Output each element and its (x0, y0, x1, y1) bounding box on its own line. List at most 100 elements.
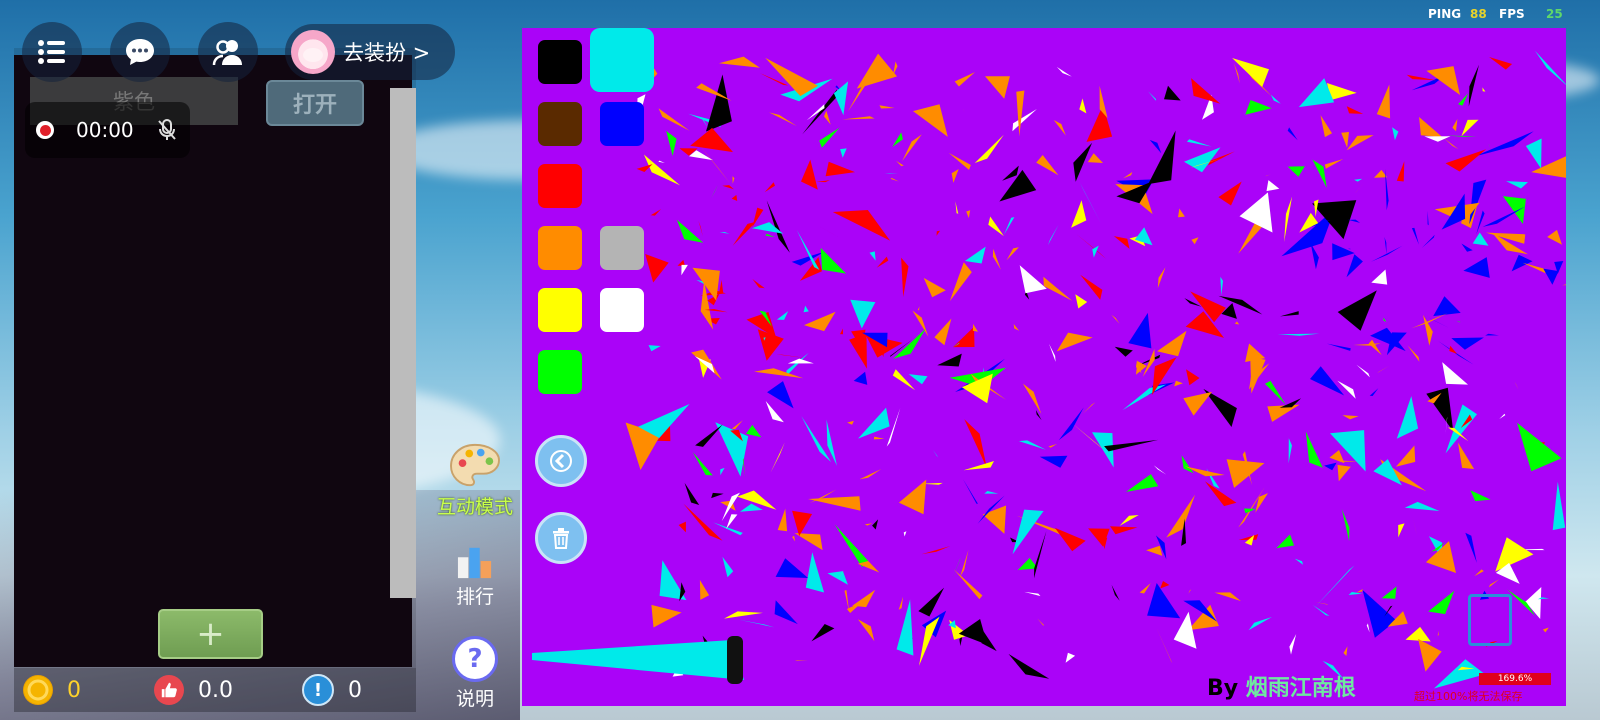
fps-label: FPS (1499, 7, 1525, 21)
menu-button[interactable] (22, 22, 82, 82)
paint-fragment (1332, 243, 1355, 261)
paint-fragment (719, 279, 724, 293)
paint-fragment (1186, 369, 1200, 386)
paint-fragment (1474, 569, 1484, 577)
paint-fragment (1461, 119, 1479, 137)
clear-button[interactable] (535, 512, 587, 564)
paint-fragment (1157, 267, 1166, 289)
paint-fragment (921, 546, 951, 555)
paint-fragment (765, 57, 818, 97)
paint-fragment (1218, 181, 1242, 206)
paint-fragment (1374, 169, 1387, 178)
paint-fragment (1160, 581, 1170, 589)
paint-fragment (746, 424, 762, 438)
paint-fragment (719, 232, 730, 234)
ranking-icon (457, 547, 492, 579)
paint-fragment (1476, 210, 1485, 235)
paint-fragment (1347, 248, 1351, 250)
paint-fragment (963, 461, 994, 471)
paint-fragment (1047, 224, 1059, 246)
swatch-green[interactable] (538, 350, 582, 394)
mic-muted-icon[interactable] (156, 118, 178, 142)
record-time: 00:00 (76, 118, 134, 142)
paint-fragment (1188, 589, 1192, 594)
paint-fragment (1048, 443, 1058, 448)
swatch-brown[interactable] (538, 102, 582, 146)
panel-scrollbar[interactable] (390, 88, 416, 598)
paint-fragment (1343, 646, 1348, 656)
paint-fragment (650, 209, 661, 216)
paint-fragment (774, 600, 798, 625)
paint-fragment (1265, 174, 1271, 177)
paint-fragment (775, 558, 809, 578)
thumbs-up-icon[interactable] (154, 675, 184, 705)
paint-fragment (801, 159, 818, 190)
paint-fragment (1356, 589, 1363, 593)
paint-fragment (658, 108, 690, 131)
paint-fragment (720, 467, 725, 476)
paint-fragment (1396, 161, 1405, 182)
swatch-white[interactable] (600, 288, 644, 332)
undo-button[interactable] (535, 435, 587, 487)
paint-fragment (1111, 584, 1120, 601)
paint-fragment (949, 262, 972, 302)
open-button[interactable]: 打开 (266, 80, 364, 126)
dress-up-label: 去装扮 > (343, 41, 431, 65)
paint-fragment (1310, 243, 1319, 270)
paint-fragment (859, 469, 882, 480)
save-icon[interactable] (1468, 594, 1512, 646)
paint-fragment (1119, 515, 1139, 526)
paint-fragment (1036, 155, 1059, 176)
swatch-red[interactable] (538, 164, 582, 208)
paint-fragment (840, 328, 843, 335)
paint-fragment (1418, 638, 1442, 672)
dress-up-button[interactable]: 去装扮 > (285, 24, 455, 80)
report-icon[interactable]: ! (302, 674, 334, 706)
paint-fragment (765, 401, 784, 423)
paint-fragment (698, 220, 703, 237)
swatch-gray[interactable] (600, 226, 644, 270)
paint-fragment (960, 549, 969, 577)
paint-fragment (802, 89, 837, 135)
paint-fragment (1146, 545, 1163, 556)
swatch-yellow[interactable] (538, 288, 582, 332)
paint-fragment (1079, 98, 1087, 114)
paint-fragment (1489, 579, 1500, 588)
paint-fragment (715, 422, 749, 477)
swatch-orange[interactable] (538, 226, 582, 270)
paint-fragment (803, 305, 809, 313)
paint-fragment (1465, 532, 1477, 563)
paint-fragment (1522, 262, 1546, 274)
swatch-black[interactable] (538, 40, 582, 84)
paint-fragment (844, 590, 850, 613)
paint-fragment (857, 619, 875, 642)
drawing-canvas[interactable]: By 烟雨江南根 169.6% 超过100%将无法保存 (522, 28, 1566, 706)
swatch-cyan-selected[interactable] (590, 28, 654, 92)
paint-fragment (1404, 501, 1440, 511)
ranking-button[interactable]: 排行 (435, 544, 515, 609)
paint-fragment (834, 524, 869, 568)
paint-fragment (1489, 57, 1513, 70)
paint-fragment (1183, 391, 1212, 416)
paint-fragment (1371, 245, 1403, 262)
interact-mode-button[interactable]: 互动模式 (435, 442, 515, 519)
paint-fragment (1353, 343, 1381, 346)
paint-fragment (1037, 618, 1044, 627)
swatch-blue[interactable] (600, 102, 644, 146)
report-count: 0 (348, 677, 362, 703)
paint-fragment (777, 508, 788, 532)
paint-fragment (739, 619, 775, 628)
paint-fragment (1437, 630, 1439, 637)
paint-fragment (964, 246, 986, 264)
help-button[interactable]: ? 说明 (435, 636, 515, 711)
chat-button[interactable] (110, 22, 170, 82)
paint-fragment (677, 259, 685, 266)
add-button[interactable]: + (158, 609, 263, 659)
friends-button[interactable] (198, 22, 258, 82)
record-button[interactable] (36, 121, 54, 139)
paint-fragment (1514, 381, 1519, 390)
paint-fragment (692, 452, 713, 476)
paint-fragment (892, 369, 916, 391)
paint-fragment (864, 523, 873, 526)
paint-fragment (1354, 182, 1365, 194)
